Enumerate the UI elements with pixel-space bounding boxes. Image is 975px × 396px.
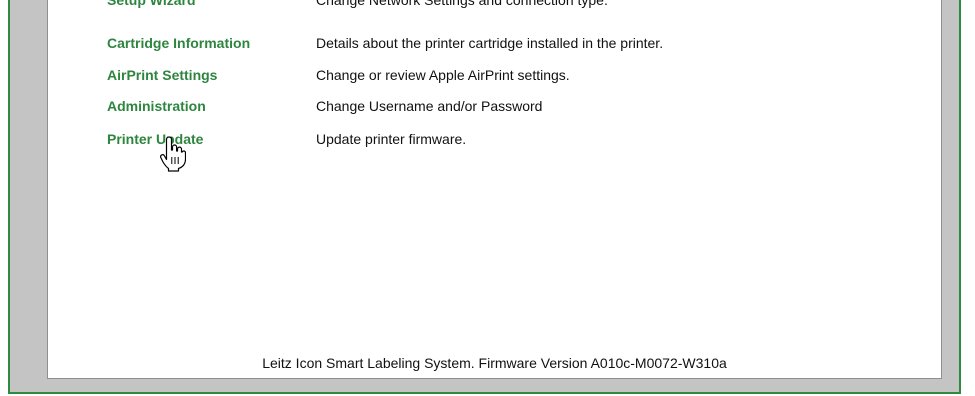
hand-pointer-icon [160,136,186,172]
content-panel: Setup Wizard Change Network Settings and… [47,0,942,379]
setup-wizard-link[interactable]: Setup Wizard [107,0,196,8]
cartridge-information-link[interactable]: Cartridge Information [107,35,250,51]
administration-link[interactable]: Administration [107,98,206,114]
administration-description: Change Username and/or Password [316,98,543,114]
menu-row-setup-wizard: Setup Wizard Change Network Settings and… [107,0,927,12]
menu-row-printer-update: Printer Update Update printer firmware. [107,131,927,151]
printer-update-description: Update printer firmware. [316,131,467,147]
menu-row-administration: Administration Change Username and/or Pa… [107,98,927,118]
firmware-version-footer: Leitz Icon Smart Labeling System. Firmwa… [262,355,727,371]
page-frame: Setup Wizard Change Network Settings and… [8,0,961,394]
setup-wizard-description: Change Network Settings and connection t… [316,0,608,8]
printer-update-link[interactable]: Printer Update [107,131,203,147]
airprint-settings-link[interactable]: AirPrint Settings [107,67,217,83]
airprint-settings-description: Change or review Apple AirPrint settings… [316,67,570,83]
menu-row-airprint-settings: AirPrint Settings Change or review Apple… [107,67,927,87]
menu-row-cartridge-information: Cartridge Information Details about the … [107,35,927,55]
cartridge-information-description: Details about the printer cartridge inst… [316,35,664,51]
